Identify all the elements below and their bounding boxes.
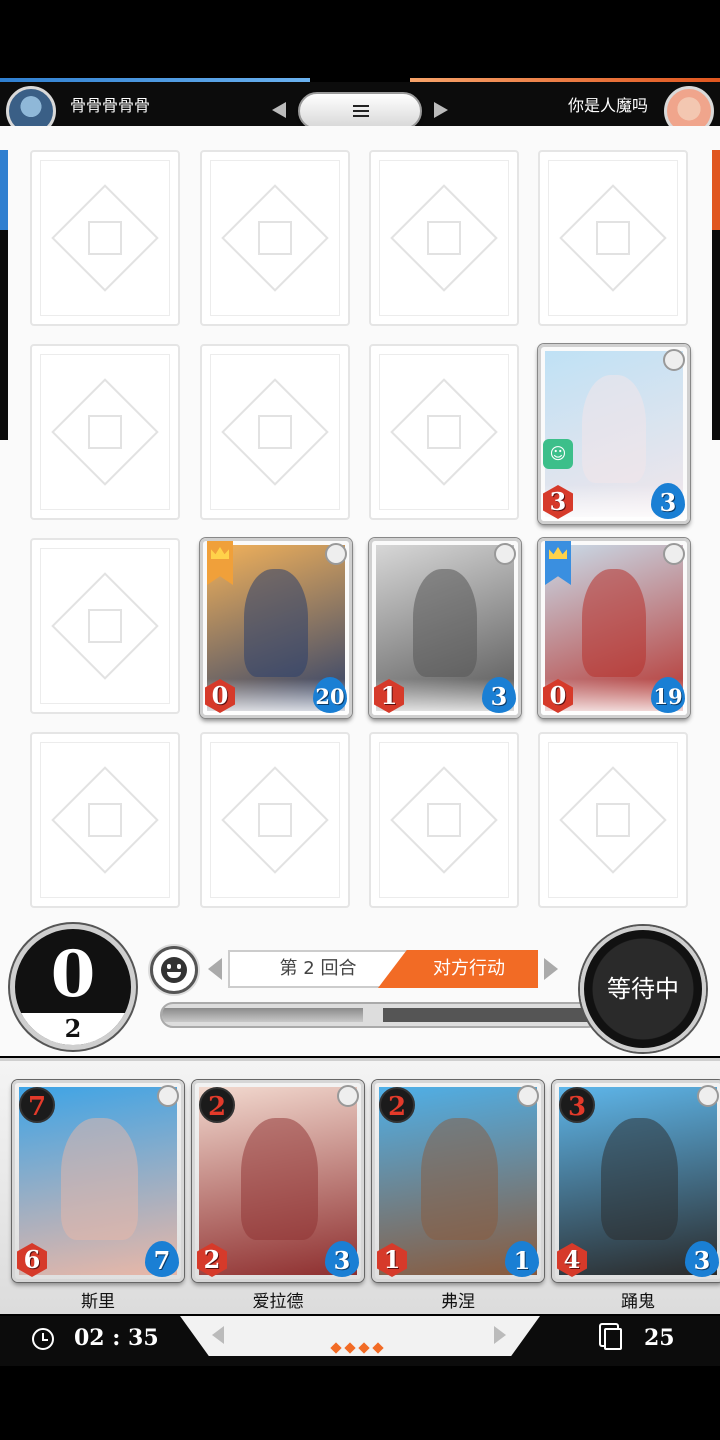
board-slot[interactable]	[538, 150, 688, 326]
board-slot[interactable]	[30, 538, 180, 714]
board-card[interactable]: 13	[369, 538, 521, 718]
card-corner-ornament-icon	[663, 349, 685, 371]
card-health: 20	[313, 677, 347, 713]
card-cost: 2	[199, 1087, 235, 1123]
board-slot[interactable]	[200, 150, 350, 326]
emote-icon	[161, 957, 187, 983]
card-health: 7	[145, 1241, 179, 1277]
board-side-right	[712, 150, 720, 440]
menu-button[interactable]	[298, 92, 422, 130]
card-cost: 3	[559, 1087, 595, 1123]
board-slot[interactable]	[30, 344, 180, 520]
board-slot[interactable]	[200, 344, 350, 520]
card-health: 3	[685, 1241, 719, 1277]
turn-progress-bar	[160, 1002, 600, 1028]
round-label: 第 2 回合	[228, 950, 408, 988]
end-turn-button[interactable]: 等待中	[580, 926, 706, 1052]
board-card[interactable]: 0 20	[200, 538, 352, 718]
card-corner-ornament-icon	[337, 1085, 359, 1107]
board-card[interactable]: ☺ 3 3	[538, 344, 690, 524]
card-health: 1	[505, 1241, 539, 1277]
board-slot[interactable]	[369, 732, 519, 908]
card-corner-ornament-icon	[663, 543, 685, 565]
mana-counter: 0 2	[10, 924, 136, 1050]
turn-timer: 02 : 35	[74, 1325, 159, 1351]
card-health: 19	[651, 677, 685, 713]
mana-max: 2	[64, 1014, 82, 1043]
card-corner-ornament-icon	[494, 543, 516, 565]
hand-card-name: 斯里	[81, 1292, 115, 1312]
deck-count: 25	[644, 1325, 675, 1351]
hand-card[interactable]: 223	[192, 1080, 364, 1282]
board-slot[interactable]	[200, 732, 350, 908]
card-health: 3	[482, 677, 516, 713]
hand-card-name: 弗涅	[441, 1292, 475, 1312]
card-health: 3	[325, 1241, 359, 1277]
mana-current: 0	[50, 937, 96, 1012]
card-cost: 2	[379, 1087, 415, 1123]
board-slot[interactable]	[30, 732, 180, 908]
turn-progress-remaining	[383, 1008, 598, 1022]
hand-page-dots	[330, 1337, 392, 1354]
hand-next-button[interactable]	[494, 1326, 506, 1344]
card-corner-ornament-icon	[325, 543, 347, 565]
board-slot[interactable]	[30, 150, 180, 326]
turn-indicator: 第 2 回合 对方行动	[208, 950, 558, 988]
board-slot[interactable]	[538, 732, 688, 908]
card-corner-ornament-icon	[517, 1085, 539, 1107]
card-cost: 7	[19, 1087, 55, 1123]
menu-decor-left	[272, 102, 286, 118]
card-corner-ornament-icon	[697, 1085, 719, 1107]
hand-card[interactable]: 343	[552, 1080, 720, 1282]
mask-icon: ☺	[543, 439, 573, 469]
hand-card[interactable]: 767	[12, 1080, 184, 1282]
clock-icon	[32, 1328, 54, 1350]
hand-card[interactable]: 211	[372, 1080, 544, 1282]
board-side-left	[0, 150, 8, 440]
emote-button[interactable]	[150, 946, 198, 994]
board-card[interactable]: 0 19	[538, 538, 690, 718]
card-corner-ornament-icon	[157, 1085, 179, 1107]
player-name-left: 骨骨骨骨骨	[70, 96, 151, 115]
card-health: 3	[651, 483, 685, 519]
turn-arrow-right-icon	[544, 958, 558, 980]
hand-card-name: 踊鬼	[621, 1292, 655, 1312]
menu-icon	[353, 105, 369, 117]
board-slot[interactable]	[369, 150, 519, 326]
turn-progress-fill	[162, 1008, 363, 1022]
turn-arrow-left-icon	[208, 958, 222, 980]
hand-prev-button[interactable]	[212, 1326, 224, 1344]
deck-icon	[604, 1328, 622, 1350]
player-name-right: 你是人魔吗	[567, 96, 648, 115]
menu-decor-right	[434, 102, 448, 118]
board-slot[interactable]	[369, 344, 519, 520]
hand-card-name: 爱拉德	[252, 1292, 304, 1312]
